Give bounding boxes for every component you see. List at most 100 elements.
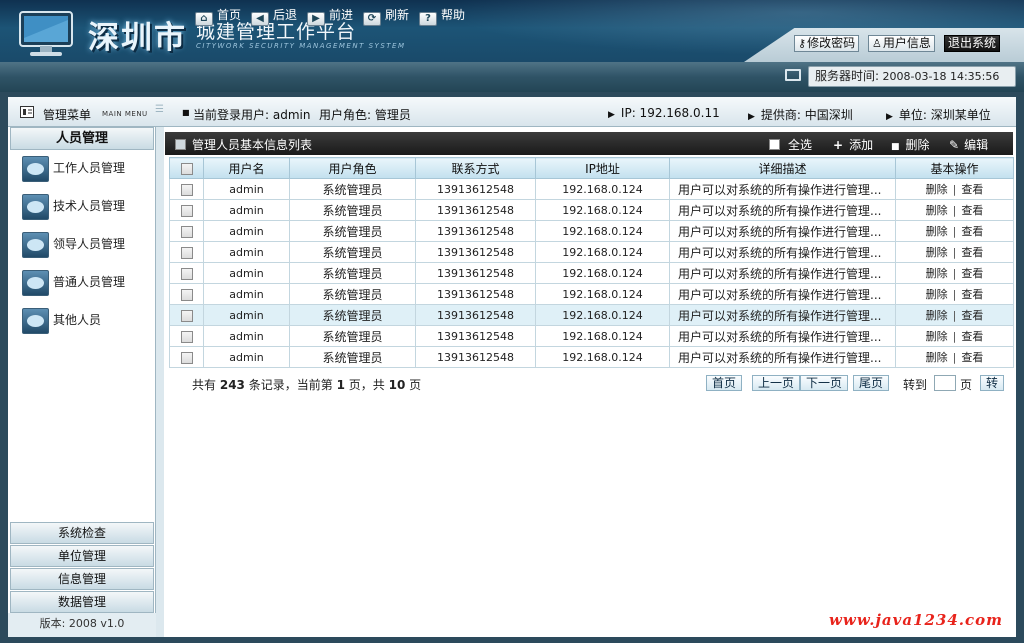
first-page-button[interactable]: 首页 [706,375,743,391]
sidebar-section-personnel[interactable]: 人员管理 [10,127,154,150]
table-row[interactable]: admin 系统管理员 13913612548 192.168.0.124 用户可以对系… [169,283,1014,305]
goto-page-input[interactable] [934,375,956,391]
cell-username: admin [203,346,290,368]
row-delete-link[interactable]: 删除 [926,183,948,196]
row-delete-link[interactable]: 删除 [926,246,948,259]
row-checkbox-cell[interactable] [169,325,204,347]
logo-subtitle: CITYWORK SECURITY MANAGEMENT SYSTEM [196,42,406,50]
header-checkbox[interactable] [180,162,193,175]
nav-refresh[interactable]: ⟳ 刷新 [363,7,409,26]
table-row[interactable]: admin 系统管理员 13913612548 192.168.0.124 用户可以对系… [169,178,1014,200]
row-checkbox[interactable] [180,267,193,280]
nav-help[interactable]: ? 帮助 [419,7,465,26]
row-delete-link[interactable]: 删除 [926,288,948,301]
collapse-handle-icon[interactable]: ☰ [155,104,164,115]
row-checkbox[interactable] [180,330,193,343]
sidebar-item-technical[interactable]: 技术人员管理 [22,192,125,220]
cell-username: admin [203,220,290,242]
cell-actions: 删除 | 查看 [895,346,1014,368]
next-page-button[interactable]: 下一页 [800,375,849,391]
row-delete-link[interactable]: 删除 [926,267,948,280]
table-row[interactable]: admin 系统管理员 13913612548 192.168.0.124 用户可以对系… [169,199,1014,221]
sidebar-section-system-check[interactable]: 系统检查 [10,522,154,544]
last-page-button[interactable]: 尾页 [853,375,890,391]
user-icon: ♙ [872,37,882,50]
row-checkbox[interactable] [180,183,193,196]
goto-button[interactable]: 转 [980,375,1005,391]
edit-button[interactable]: ✎ 编辑 [949,136,988,153]
row-checkbox[interactable] [180,225,193,238]
row-checkbox[interactable] [180,351,193,364]
row-delete-link[interactable]: 删除 [926,225,948,238]
add-button[interactable]: + 添加 [833,136,873,153]
sidebar-item-general[interactable]: 普通人员管理 [22,268,125,296]
row-view-link[interactable]: 查看 [961,351,983,364]
row-view-link[interactable]: 查看 [961,225,983,238]
row-checkbox-cell[interactable] [169,346,204,368]
select-all-button[interactable]: 全选 [769,136,812,153]
nav-home[interactable]: ⌂ 首页 [195,7,241,26]
help-icon: ? [419,12,437,26]
row-view-link[interactable]: 查看 [961,204,983,217]
cell-username: admin [203,262,290,284]
table-row[interactable]: admin 系统管理员 13913612548 192.168.0.124 用户可以对系… [169,241,1014,263]
server-time-label: 服务器时间: [815,69,880,83]
row-checkbox[interactable] [180,204,193,217]
logout-button[interactable]: 退出系统 [944,35,1001,52]
row-checkbox-cell[interactable] [169,283,204,305]
row-checkbox-cell[interactable] [169,304,204,326]
header-checkbox-cell[interactable] [169,157,204,179]
sidebar-section-info[interactable]: 信息管理 [10,568,154,590]
table-row[interactable]: admin 系统管理员 13913612548 192.168.0.124 用户可以对系… [169,325,1014,347]
table-row[interactable]: admin 系统管理员 13913612548 192.168.0.124 用户可以对系… [169,346,1014,368]
row-view-link[interactable]: 查看 [961,309,983,322]
nav-forward[interactable]: ▶ 前进 [307,7,353,26]
row-delete-link[interactable]: 删除 [926,204,948,217]
row-view-link[interactable]: 查看 [961,288,983,301]
panel-header: 管理人员基本信息列表 全选 + 添加 ■ 删除 ✎ 编辑 [165,132,1013,155]
select-all-checkbox[interactable] [769,139,780,150]
table-row[interactable]: admin 系统管理员 13913612548 192.168.0.124 用户可以对系… [169,304,1014,326]
sidebar-section-data[interactable]: 数据管理 [10,591,154,613]
cell-ip: 192.168.0.124 [535,283,670,305]
cell-ip: 192.168.0.124 [535,178,670,200]
prev-page-button[interactable]: 上一页 [752,375,801,391]
pager-suffix: 页 [409,378,422,392]
menu-title-en: MAIN MENU [102,110,148,118]
cell-ip: 192.168.0.124 [535,325,670,347]
table-row[interactable]: admin 系统管理员 13913612548 192.168.0.124 用户可以对系… [169,262,1014,284]
plus-icon: + [833,138,844,152]
cell-description: 用户可以对系统的所有操作进行管理... [669,220,896,242]
column-header-role: 用户角色 [289,157,416,179]
sidebar-item-leaders[interactable]: 领导人员管理 [22,230,125,258]
sidebar-item-staff[interactable]: 工作人员管理 [22,154,125,182]
sidebar-item-others[interactable]: 其他人员 [22,306,101,334]
row-delete-link[interactable]: 删除 [926,330,948,343]
row-view-link[interactable]: 查看 [961,330,983,343]
row-view-link[interactable]: 查看 [961,267,983,280]
cell-actions: 删除 | 查看 [895,220,1014,242]
pager-pages: 10 [388,378,406,392]
table-row[interactable]: admin 系统管理员 13913612548 192.168.0.124 用户可以对系… [169,220,1014,242]
sidebar-section-unit[interactable]: 单位管理 [10,545,154,567]
row-view-link[interactable]: 查看 [961,246,983,259]
row-delete-link[interactable]: 删除 [926,309,948,322]
cell-username: admin [203,241,290,263]
row-checkbox[interactable] [180,309,193,322]
cell-description: 用户可以对系统的所有操作进行管理... [669,346,896,368]
gear-icon [22,193,49,220]
row-delete-link[interactable]: 删除 [926,351,948,364]
row-checkbox-cell[interactable] [169,178,204,200]
row-checkbox[interactable] [180,246,193,259]
row-checkbox[interactable] [180,288,193,301]
delete-button[interactable]: ■ 删除 [891,136,930,153]
row-checkbox-cell[interactable] [169,220,204,242]
row-checkbox-cell[interactable] [169,262,204,284]
nav-back[interactable]: ◀ 后退 [251,7,297,26]
row-checkbox-cell[interactable] [169,199,204,221]
user-info-button[interactable]: ♙用户信息 [868,35,935,52]
change-password-button[interactable]: ⚷修改密码 [794,35,860,52]
row-view-link[interactable]: 查看 [961,183,983,196]
unit-text: 单位: 深圳某单位 [898,108,991,122]
row-checkbox-cell[interactable] [169,241,204,263]
